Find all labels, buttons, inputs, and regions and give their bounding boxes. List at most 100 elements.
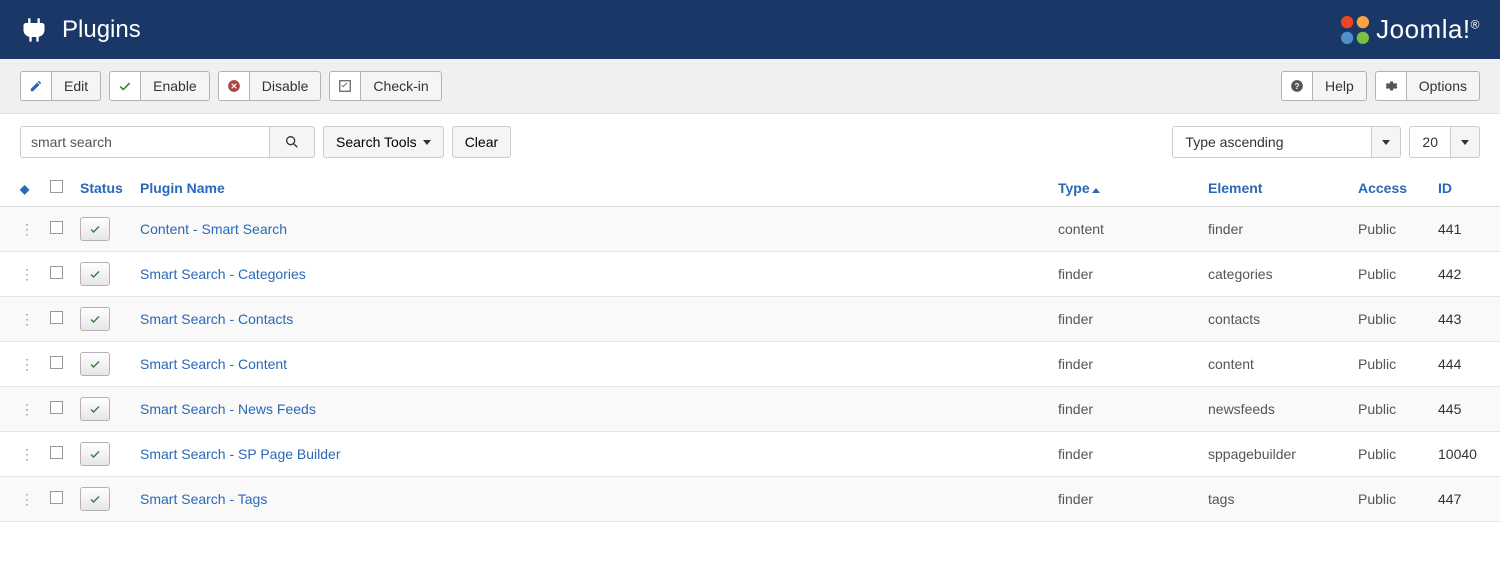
sort-icon: ◆	[20, 182, 29, 196]
drag-handle-icon[interactable]: ⋮	[20, 446, 34, 462]
table-row: ⋮ Smart Search - Categories finder categ…	[0, 252, 1500, 297]
caret-down-icon	[1451, 126, 1480, 158]
drag-handle-icon[interactable]: ⋮	[20, 266, 34, 282]
table-row: ⋮ Smart Search - Content finder content …	[0, 342, 1500, 387]
plugins-table: ◆ Status Plugin Name Type Element Access…	[0, 170, 1500, 522]
plugin-id: 445	[1430, 387, 1500, 432]
status-toggle-button[interactable]	[80, 442, 110, 466]
checkin-button[interactable]: Check-in	[329, 71, 441, 101]
status-toggle-button[interactable]	[80, 352, 110, 376]
row-checkbox[interactable]	[50, 491, 63, 504]
plugin-id: 441	[1430, 207, 1500, 252]
toolbar: Edit Enable Disable Check-in ? Help Opti…	[0, 59, 1500, 114]
plugin-element: contacts	[1200, 297, 1350, 342]
plugin-element: categories	[1200, 252, 1350, 297]
limit-select[interactable]: 20	[1409, 126, 1480, 158]
column-order[interactable]: ◆	[0, 170, 42, 207]
plugin-id: 442	[1430, 252, 1500, 297]
column-checkall[interactable]	[42, 170, 72, 207]
table-row: ⋮ Smart Search - Contacts finder contact…	[0, 297, 1500, 342]
check-icon	[109, 71, 140, 101]
plugin-id: 447	[1430, 477, 1500, 522]
plugin-name-link[interactable]: Smart Search - Content	[140, 356, 287, 372]
column-element[interactable]: Element	[1200, 170, 1350, 207]
plugin-name-link[interactable]: Smart Search - News Feeds	[140, 401, 316, 417]
brand-logo: Joomla!®	[1334, 9, 1480, 51]
check-icon	[89, 448, 101, 460]
clear-button[interactable]: Clear	[452, 126, 511, 158]
checkbox-all[interactable]	[50, 180, 63, 193]
table-row: ⋮ Smart Search - News Feeds finder newsf…	[0, 387, 1500, 432]
enable-button[interactable]: Enable	[109, 71, 210, 101]
plugin-element: finder	[1200, 207, 1350, 252]
edit-icon	[20, 71, 51, 101]
check-icon	[89, 313, 101, 325]
plugin-name-link[interactable]: Content - Smart Search	[140, 221, 287, 237]
plugin-access: Public	[1350, 477, 1430, 522]
plugin-name-link[interactable]: Smart Search - Tags	[140, 491, 267, 507]
search-tools-button[interactable]: Search Tools	[323, 126, 444, 158]
column-type[interactable]: Type	[1050, 170, 1200, 207]
row-checkbox[interactable]	[50, 311, 63, 324]
plugin-access: Public	[1350, 432, 1430, 477]
search-button[interactable]	[270, 126, 315, 158]
column-name[interactable]: Plugin Name	[132, 170, 1050, 207]
caret-down-icon	[1372, 126, 1401, 158]
table-row: ⋮ Smart Search - SP Page Builder finder …	[0, 432, 1500, 477]
drag-handle-icon[interactable]: ⋮	[20, 311, 34, 327]
checkbox-icon	[329, 71, 360, 101]
plugin-name-link[interactable]: Smart Search - Contacts	[140, 311, 293, 327]
plugin-type: finder	[1050, 342, 1200, 387]
plug-icon	[20, 16, 48, 44]
status-toggle-button[interactable]	[80, 307, 110, 331]
plugin-type: content	[1050, 207, 1200, 252]
search-icon	[284, 134, 300, 150]
edit-button[interactable]: Edit	[20, 71, 101, 101]
plugin-access: Public	[1350, 297, 1430, 342]
column-access[interactable]: Access	[1350, 170, 1430, 207]
check-icon	[89, 403, 101, 415]
joomla-icon	[1334, 9, 1376, 51]
plugin-element: newsfeeds	[1200, 387, 1350, 432]
check-icon	[89, 493, 101, 505]
search-input[interactable]	[20, 126, 270, 158]
row-checkbox[interactable]	[50, 446, 63, 459]
plugin-id: 10040	[1430, 432, 1500, 477]
sort-asc-icon	[1092, 188, 1100, 193]
drag-handle-icon[interactable]: ⋮	[20, 221, 34, 237]
drag-handle-icon[interactable]: ⋮	[20, 401, 34, 417]
table-row: ⋮ Smart Search - Tags finder tags Public…	[0, 477, 1500, 522]
svg-text:?: ?	[1294, 82, 1299, 91]
check-icon	[89, 358, 101, 370]
drag-handle-icon[interactable]: ⋮	[20, 491, 34, 507]
plugin-name-link[interactable]: Smart Search - Categories	[140, 266, 306, 282]
plugin-name-link[interactable]: Smart Search - SP Page Builder	[140, 446, 341, 462]
help-button[interactable]: ? Help	[1281, 71, 1367, 101]
brand-text: Joomla!®	[1376, 14, 1480, 45]
help-icon: ?	[1281, 71, 1312, 101]
drag-handle-icon[interactable]: ⋮	[20, 356, 34, 372]
plugin-access: Public	[1350, 342, 1430, 387]
caret-down-icon	[423, 140, 431, 145]
status-toggle-button[interactable]	[80, 217, 110, 241]
plugin-type: finder	[1050, 477, 1200, 522]
row-checkbox[interactable]	[50, 221, 63, 234]
disable-button[interactable]: Disable	[218, 71, 322, 101]
page-header: Plugins Joomla!®	[0, 0, 1500, 59]
options-button[interactable]: Options	[1375, 71, 1480, 101]
plugin-element: content	[1200, 342, 1350, 387]
plugin-id: 444	[1430, 342, 1500, 387]
status-toggle-button[interactable]	[80, 487, 110, 511]
check-icon	[89, 223, 101, 235]
column-status[interactable]: Status	[72, 170, 132, 207]
column-id[interactable]: ID	[1430, 170, 1500, 207]
row-checkbox[interactable]	[50, 401, 63, 414]
row-checkbox[interactable]	[50, 266, 63, 279]
row-checkbox[interactable]	[50, 356, 63, 369]
status-toggle-button[interactable]	[80, 262, 110, 286]
table-row: ⋮ Content - Smart Search content finder …	[0, 207, 1500, 252]
status-toggle-button[interactable]	[80, 397, 110, 421]
check-icon	[89, 268, 101, 280]
sort-select[interactable]: Type ascending	[1172, 126, 1401, 158]
page-title: Plugins	[62, 16, 141, 44]
